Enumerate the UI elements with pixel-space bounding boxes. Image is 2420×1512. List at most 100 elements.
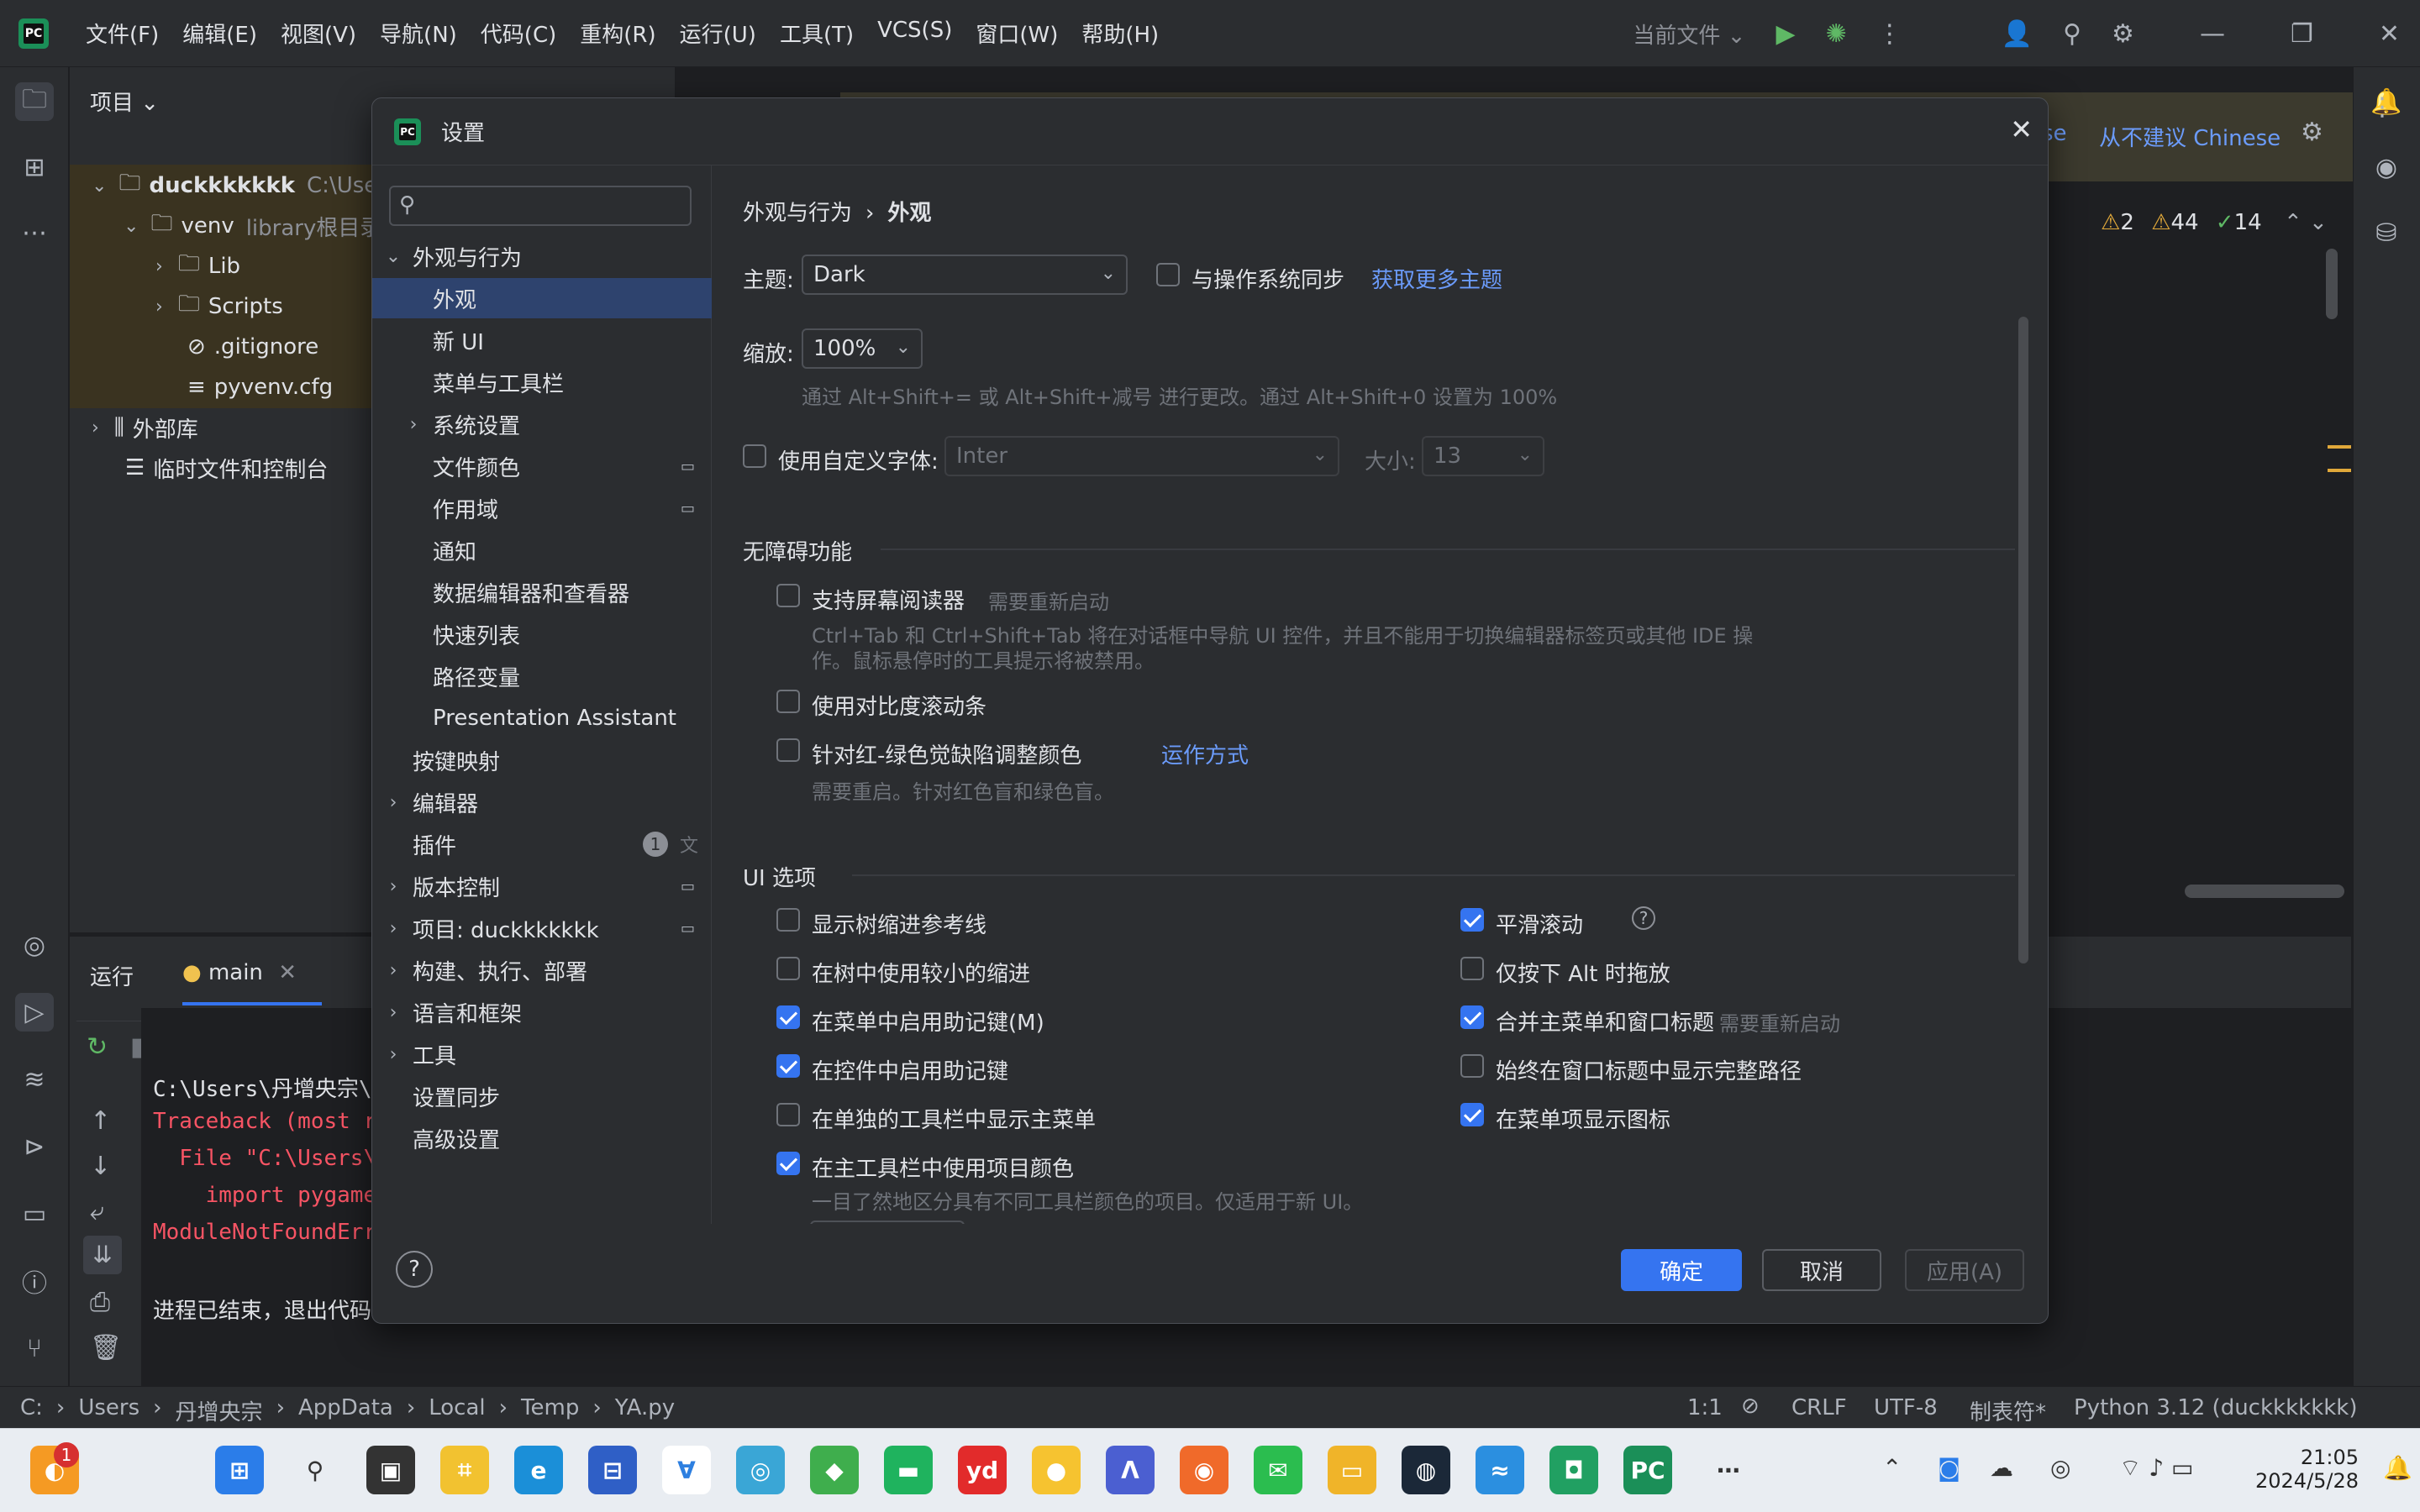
wechat-icon[interactable]: ✉ (1254, 1446, 1302, 1494)
contrast-scrollbar-checkbox[interactable] (776, 690, 800, 713)
restore-icon[interactable]: ❐ (2291, 19, 2313, 49)
breadcrumb-item[interactable]: Temp (521, 1395, 579, 1426)
custom-font-checkbox[interactable] (743, 444, 766, 468)
tray-app-icon[interactable]: ◙ (1938, 1454, 1960, 1482)
banner-dismiss-link[interactable]: 从不建议 Chinese (2099, 121, 2281, 152)
ui-option-checkbox[interactable] (776, 1103, 800, 1126)
trash-icon[interactable]: 🗑 (90, 1333, 122, 1362)
tray-app-icon[interactable]: ◎ (2050, 1454, 2070, 1482)
edge-icon[interactable]: e (514, 1446, 563, 1494)
ui-option-checkbox[interactable] (1460, 1005, 1484, 1029)
menu-item[interactable]: 工具(T) (768, 18, 865, 49)
menu-item[interactable]: 帮助(H) (1070, 18, 1171, 49)
overflow-icon[interactable]: ⋯ (1704, 1446, 1753, 1494)
settings-nav-item[interactable]: 作用域 ▭ (372, 488, 712, 528)
settings-nav-item[interactable]: ⌄ 外观与行为 (372, 236, 712, 276)
app-icon[interactable]: ⌗ (440, 1446, 489, 1494)
app-icon[interactable]: ∀ (662, 1446, 711, 1494)
tray-chevron-icon[interactable]: ⌃ (1882, 1454, 1902, 1482)
file-encoding[interactable]: UTF-8 (1874, 1395, 1938, 1420)
settings-nav-item[interactable]: 快速列表 (372, 614, 712, 654)
settings-nav-item[interactable]: › 项目: duckkkkkkk ▭ (372, 908, 712, 948)
app-icon[interactable]: ◘ (1549, 1446, 1598, 1494)
tray-cloud-icon[interactable]: ☁ (1990, 1454, 2013, 1482)
scroll-up-icon[interactable]: ↑ (90, 1106, 111, 1136)
folder-icon[interactable]: 🗀 (15, 82, 54, 121)
settings-nav-item[interactable]: 按键映射 (372, 740, 712, 780)
ai-assistant-icon[interactable]: ◉ (2367, 148, 2406, 186)
settings-nav-item[interactable]: 设置同步 (372, 1076, 712, 1116)
help-button[interactable]: ? (396, 1251, 433, 1288)
run-tool-icon[interactable]: ▷ (15, 993, 54, 1032)
how-it-works-link[interactable]: 运作方式 (1161, 738, 1249, 769)
start-icon[interactable]: ⊞ (215, 1446, 264, 1494)
settings-nav-item[interactable]: › 语言和框架 (372, 992, 712, 1032)
add-user-icon[interactable]: 👤 (2002, 19, 2033, 49)
settings-nav-item[interactable]: 高级设置 (372, 1118, 712, 1158)
menu-item[interactable]: 运行(U) (668, 18, 768, 49)
cancel-button[interactable]: 取消 (1762, 1249, 1881, 1291)
project-panel-title[interactable]: 项目 ⌄ (90, 86, 159, 117)
font-select[interactable]: Inter ⌄ (944, 436, 1339, 476)
breadcrumb-item[interactable]: Local (429, 1395, 485, 1426)
run-tab-main[interactable]: ● main ✕ (182, 960, 297, 985)
settings-nav-item[interactable]: › 编辑器 (372, 782, 712, 822)
run-config-selector[interactable]: 当前文件 ⌄ (1633, 18, 1745, 50)
colorblind-checkbox[interactable] (776, 738, 800, 762)
settings-nav-item[interactable]: › 构建、执行、部署 (372, 950, 712, 990)
line-separator[interactable]: CRLF (1791, 1395, 1847, 1420)
zoom-select[interactable]: 100% ⌄ (802, 328, 923, 369)
breadcrumb-item[interactable]: Users (78, 1395, 139, 1426)
app-icon[interactable]: ● (1032, 1446, 1081, 1494)
app-icon[interactable]: Λ (1106, 1446, 1155, 1494)
print-icon[interactable]: ⎙ (90, 1288, 110, 1317)
breadcrumb-item[interactable]: YA.py (615, 1395, 675, 1426)
terminal-icon[interactable]: ▭ (15, 1194, 54, 1233)
minimize-icon[interactable]: — (2200, 19, 2225, 49)
debug-icon[interactable]: ✺ (1826, 19, 1847, 49)
settings-search-input[interactable]: ⚲ (389, 186, 692, 226)
search-icon[interactable]: ⚲ (2063, 19, 2081, 49)
warning-marker[interactable] (2328, 469, 2351, 472)
content-scrollbar[interactable] (2018, 317, 2028, 963)
menu-item[interactable]: 文件(F) (74, 18, 171, 49)
more-tools-icon[interactable]: ⋯ (15, 213, 54, 252)
ui-option-checkbox[interactable] (776, 957, 800, 980)
menu-item[interactable]: 窗口(W) (964, 18, 1070, 49)
explorer-icon[interactable]: ▭ (1328, 1446, 1376, 1494)
settings-nav-item[interactable]: 数据编辑器和查看器 (372, 572, 712, 612)
ui-option-checkbox[interactable] (776, 908, 800, 932)
settings-icon[interactable]: ⚙ (2112, 19, 2134, 49)
structure-icon[interactable]: ⊞ (15, 148, 54, 186)
settings-nav-item[interactable]: 菜单与工具栏 (372, 362, 712, 402)
sync-os-checkbox[interactable] (1156, 263, 1180, 286)
git-icon[interactable]: ⑂ (15, 1329, 54, 1368)
settings-nav-item[interactable]: Presentation Assistant (372, 698, 712, 738)
ui-option-checkbox[interactable] (1460, 957, 1484, 980)
menu-item[interactable]: 重构(R) (568, 18, 667, 49)
screen-reader-checkbox[interactable] (776, 584, 800, 607)
breadcrumb-item[interactable]: C: (20, 1395, 43, 1426)
breadcrumb-item[interactable]: AppData (298, 1395, 393, 1426)
ui-option-checkbox[interactable] (1460, 908, 1484, 932)
editor-scrollbar[interactable] (2326, 249, 2338, 319)
close-icon[interactable]: ✕ (2010, 113, 2033, 145)
menu-item[interactable]: 代码(C) (469, 18, 568, 49)
ok-button[interactable]: 确定 (1621, 1249, 1742, 1291)
menu-item[interactable]: 导航(N) (368, 18, 469, 49)
horizontal-scrollbar[interactable] (2185, 885, 2344, 898)
clock[interactable]: 21:05 2024/5/28 (2255, 1446, 2359, 1493)
pycharm-taskbar-icon[interactable]: PC (1623, 1446, 1672, 1494)
warning-marker[interactable] (2328, 445, 2351, 449)
network-sound-battery-icon[interactable]: ⌔ ♪ ▭ (2119, 1454, 2193, 1483)
settings-nav-item[interactable]: 文件颜色 ▭ (372, 446, 712, 486)
breadcrumb-item[interactable]: 丹增央宗 (176, 1395, 263, 1426)
inspection-widget[interactable]: ⚠2 ⚠44 ✓14 ⌃ ⌄ (2101, 210, 2328, 235)
youdao-icon[interactable]: yd (958, 1446, 1007, 1494)
settings-nav-item[interactable]: › 工具 (372, 1034, 712, 1074)
firefox-icon[interactable]: ◉ (1180, 1446, 1228, 1494)
settings-nav-item[interactable]: › 版本控制 ▭ (372, 866, 712, 906)
python-interpreter[interactable]: Python 3.12 (duckkkkkkk) (2074, 1395, 2358, 1420)
app-icon[interactable]: ▬ (884, 1446, 933, 1494)
menu-item[interactable]: 视图(V) (269, 18, 368, 49)
